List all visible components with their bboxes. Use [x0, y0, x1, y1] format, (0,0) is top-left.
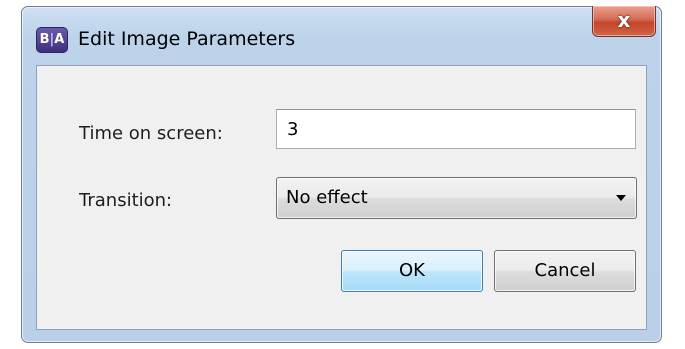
close-button[interactable]: x [592, 6, 656, 37]
cancel-button[interactable]: Cancel [494, 250, 636, 292]
close-icon: x [617, 8, 631, 32]
title-bar[interactable]: B|A Edit Image Parameters x [22, 6, 661, 65]
dialog-content: Time on screen: Transition: No effect OK… [36, 65, 647, 330]
transition-label: Transition: [79, 190, 173, 211]
ok-button[interactable]: OK [341, 250, 483, 292]
edit-image-parameters-dialog: B|A Edit Image Parameters x Time on scre… [21, 6, 662, 343]
time-on-screen-label: Time on screen: [79, 123, 223, 144]
dropdown-arrow-icon [616, 195, 626, 201]
transition-selected-value: No effect [286, 187, 368, 208]
window-title: Edit Image Parameters [78, 28, 296, 50]
time-on-screen-input[interactable] [276, 109, 636, 149]
app-logo-icon: B|A [36, 27, 68, 53]
transition-select[interactable]: No effect [276, 177, 637, 219]
